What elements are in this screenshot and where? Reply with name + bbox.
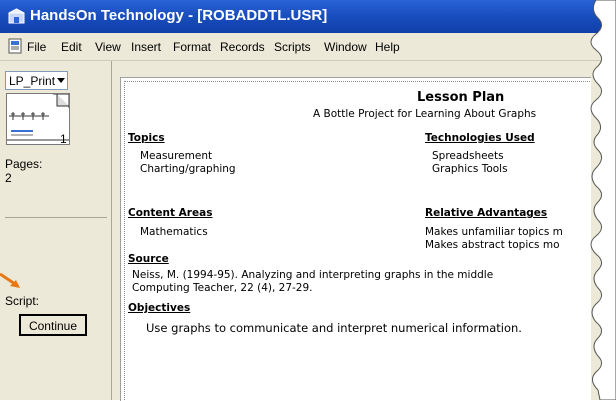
objective-text: Use graphs to communicate and interpret … [146,321,522,335]
source-line: Neiss, M. (1994-95). Analyzing and inter… [132,269,494,281]
objectives-heading: Objectives [128,302,191,314]
content-areas-heading: Content Areas [128,207,213,219]
app-icon [8,8,25,24]
continue-button[interactable]: Continue [19,314,87,336]
technologies-heading: Technologies Used [425,132,535,144]
title-bar: HandsOn Technology - [ROBADDTL.USR] [0,0,616,33]
layout-select[interactable]: LP_Print [5,71,68,90]
window-title: HandsOn Technology - [ROBADDTL.USR] [30,7,328,24]
menu-file[interactable]: File [27,40,46,54]
pages-label: Pages: [5,157,43,171]
topic-item: Charting/graphing [140,163,236,175]
relative-advantages-heading: Relative Advantages [425,207,548,219]
script-label: Script: [5,294,40,308]
pointer-arrow-icon [0,272,20,288]
source-heading: Source [128,253,169,265]
menu-format[interactable]: Format [173,40,211,54]
menu-insert[interactable]: Insert [131,40,161,54]
lesson-title: Lesson Plan [417,90,505,105]
document-icon[interactable] [7,38,23,54]
topic-item: Measurement [140,150,213,162]
page-number: 1 [60,132,67,146]
advantage-item: Makes abstract topics mo [425,239,560,251]
pages-count: 2 [5,171,12,185]
menu-scripts[interactable]: Scripts [274,40,311,54]
menu-edit[interactable]: Edit [61,40,82,54]
lesson-subtitle: A Bottle Project for Learning About Grap… [313,108,537,120]
menu-help[interactable]: Help [375,40,400,54]
technology-item: Spreadsheets [432,150,504,162]
menu-records[interactable]: Records [220,40,265,54]
technology-item: Graphics Tools [432,163,508,175]
menu-window[interactable]: Window [324,40,367,54]
divider [5,217,107,218]
topics-heading: Topics [128,132,165,144]
status-area: LP_Print 1 Pages: 2 Script: Continue [0,61,112,400]
advantage-item: Makes unfamiliar topics m [425,226,563,238]
content-area-item: Mathematics [140,226,208,238]
source-line: Computing Teacher, 22 (4), 27-29. [132,282,313,294]
menu-view[interactable]: View [95,40,121,54]
chevron-down-icon[interactable] [57,78,65,83]
menu-bar: File Edit View Insert Format Records Scr… [0,33,616,61]
layout-select-value: LP_Print [9,74,56,88]
